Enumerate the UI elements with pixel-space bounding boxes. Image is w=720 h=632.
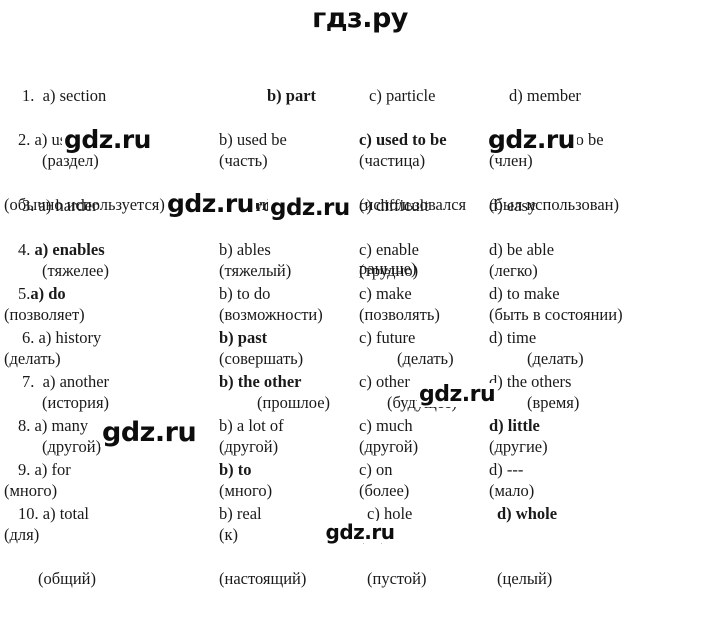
answer-row: 6. a) history (история) b) past (прошлое… [0,284,720,412]
option-translation: (целый) [497,568,553,588]
row-number: 2. [18,130,31,149]
option-cell-c: c) hole (пустой) [367,460,426,632]
option-cell-d: d) whole (целый) [497,460,557,632]
watermark-overlay-3: gdz.ru [165,189,256,218]
option-cell-b: b) real (настоящий) [219,460,306,632]
answer-row: 4. a) enables (позволяет) b) ables (возм… [0,196,720,324]
answer-row: 5.a) do (делать) b) to do (совершать) c)… [0,240,720,368]
option-label: b) used be [219,130,287,149]
watermark-bottom: gdz.ru [323,520,397,544]
answer-row: 8. a) many (много) b) a lot of (много) c… [0,372,720,500]
option-label: c) used to be [359,130,447,149]
answer-row: 1. a) section (раздел) b) part (часть) c… [0,42,720,170]
answer-row: 3. a) harder (тяжелее) b) hard (тяжелый)… [0,152,720,280]
option-label: 10. a) total [18,504,90,523]
watermark-overlay-4: gdz.ru [268,195,352,221]
answer-row: 7. a) another (другой) b) the other (дру… [0,328,720,456]
option-label: b) real [219,504,262,523]
option-translation: (общий) [38,568,96,588]
option-cell-a: 10. a) total (общий) [18,460,96,632]
option-label: d) whole [497,504,558,523]
option-translation: (пустой) [367,568,427,588]
answer-row: 10. a) total (общий) b) real (настоящий)… [0,460,720,588]
row-number: 10. [18,504,39,523]
watermark-overlay-5: gdz.ru [417,382,498,407]
watermark-overlay-6: gdz.ru [100,417,199,448]
watermark-overlay-2: gdz.ru [486,125,577,154]
watermark-top: гдз.ру [310,3,410,34]
option-translation: (настоящий) [219,568,307,588]
watermark-overlay-1: gdz.ru [62,125,153,154]
